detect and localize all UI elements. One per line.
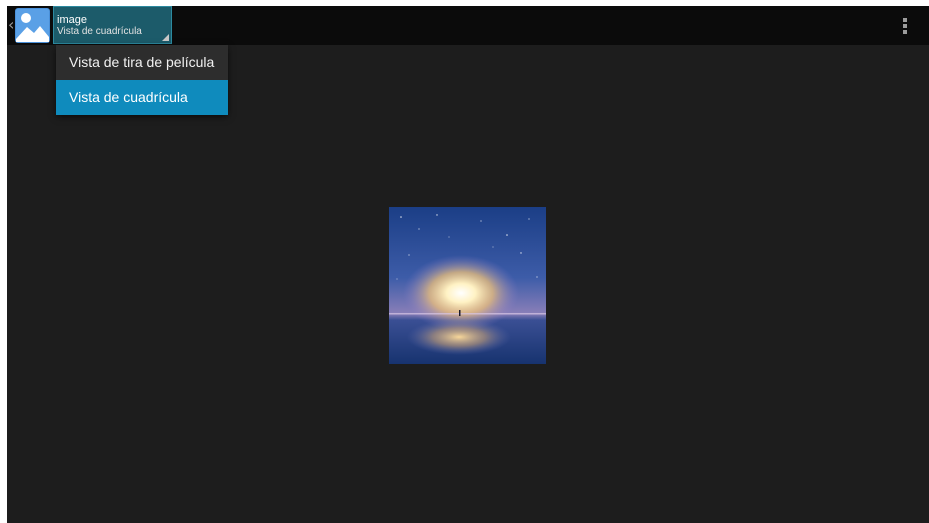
- spinner-title: image: [57, 14, 87, 26]
- gallery-screen: ‹ image Vista de cuadrícula Vista de tir…: [7, 6, 929, 523]
- overflow-menu-icon[interactable]: [893, 12, 917, 40]
- action-bar: ‹ image Vista de cuadrícula: [7, 6, 929, 45]
- gallery-app-icon[interactable]: [15, 8, 50, 43]
- view-mode-spinner[interactable]: image Vista de cuadrícula: [53, 6, 172, 44]
- menu-item-filmstrip-view[interactable]: Vista de tira de película: [56, 45, 228, 80]
- view-mode-menu: Vista de tira de película Vista de cuadr…: [56, 45, 228, 115]
- spinner-corner-icon: [162, 34, 169, 41]
- menu-item-grid-view[interactable]: Vista de cuadrícula: [56, 80, 228, 115]
- spinner-subtitle: Vista de cuadrícula: [57, 26, 142, 37]
- image-thumbnail[interactable]: [389, 207, 546, 364]
